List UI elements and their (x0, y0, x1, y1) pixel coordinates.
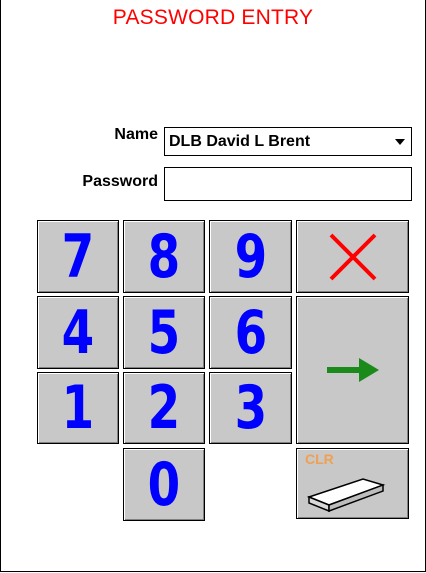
key-3-label: 3 (234, 373, 267, 443)
key-7-label: 7 (61, 221, 95, 292)
key-5-label: 5 (147, 297, 181, 368)
name-label: Name (114, 126, 158, 143)
x-icon (329, 233, 376, 280)
clear-button[interactable]: CLR (296, 448, 409, 519)
key-3[interactable]: 3 (209, 372, 292, 444)
key-4-label: 4 (61, 297, 95, 368)
key-8[interactable]: 8 (123, 220, 205, 293)
key-2[interactable]: 2 (123, 372, 205, 444)
key-5[interactable]: 5 (123, 296, 205, 369)
key-6-label: 6 (234, 297, 267, 368)
key-7[interactable]: 7 (37, 220, 119, 293)
name-select[interactable]: DLB David L Brent (164, 127, 412, 156)
eraser-icon (307, 478, 386, 513)
key-9-label: 9 (234, 221, 267, 292)
key-0-label: 0 (147, 449, 181, 520)
key-4[interactable]: 4 (37, 296, 119, 369)
page-title: PASSWORD ENTRY (112, 6, 314, 29)
key-6[interactable]: 6 (209, 296, 292, 369)
key-2-label: 2 (147, 373, 181, 443)
arrow-right-icon (326, 358, 379, 382)
key-9[interactable]: 9 (209, 220, 292, 293)
key-1-label: 1 (61, 373, 95, 443)
key-0[interactable]: 0 (123, 448, 205, 521)
key-8-label: 8 (147, 221, 181, 292)
cancel-button[interactable] (296, 220, 409, 293)
clear-label: CLR (305, 451, 334, 467)
key-1[interactable]: 1 (37, 372, 119, 444)
name-select-value: DLB David L Brent (169, 133, 311, 150)
password-label: Password (82, 173, 158, 190)
password-input[interactable] (164, 167, 412, 201)
enter-button[interactable] (296, 296, 409, 444)
chevron-down-icon (395, 139, 405, 145)
